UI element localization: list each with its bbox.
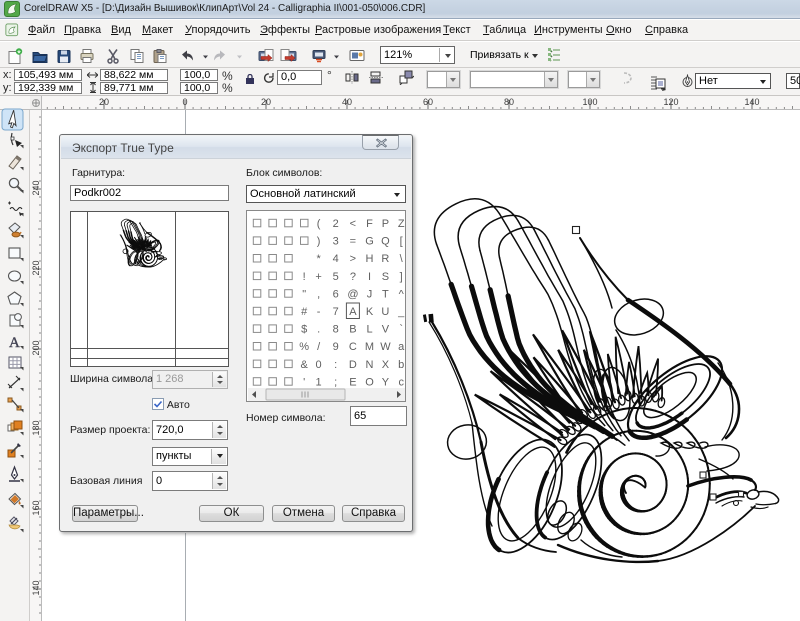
svg-text:Y: Y	[382, 376, 390, 388]
svg-text:-: -	[317, 306, 321, 318]
svg-text:@: @	[347, 288, 358, 300]
svg-text:X: X	[382, 359, 390, 371]
svg-text:a: a	[398, 341, 405, 353]
svg-text:,: ,	[317, 288, 320, 300]
svg-text:!: !	[303, 271, 306, 283]
svg-text:R: R	[381, 253, 389, 265]
svg-text:180: 180	[31, 420, 41, 435]
svg-text:3: 3	[333, 236, 339, 248]
svg-text:7: 7	[333, 306, 339, 318]
svg-text:>: >	[350, 253, 356, 265]
svg-text:120: 120	[663, 97, 678, 107]
svg-text:220: 220	[31, 260, 41, 275]
svg-text:[: [	[400, 236, 403, 248]
svg-text:T: T	[382, 288, 389, 300]
svg-text:O: O	[365, 376, 374, 388]
svg-text:J: J	[367, 288, 373, 300]
svg-text:N: N	[366, 359, 374, 371]
svg-text:L: L	[366, 324, 372, 336]
svg-text:b: b	[398, 359, 404, 371]
svg-text:^: ^	[399, 288, 405, 300]
svg-text:I: I	[368, 271, 371, 283]
svg-text:*: *	[316, 253, 321, 265]
svg-text:D: D	[349, 359, 357, 371]
svg-text:K: K	[366, 306, 374, 318]
svg-text:B: B	[349, 324, 356, 336]
svg-text:40: 40	[342, 97, 352, 107]
svg-text:240: 240	[31, 180, 41, 195]
svg-text:8: 8	[333, 324, 339, 336]
svg-text:60: 60	[423, 97, 433, 107]
svg-text:H: H	[366, 253, 374, 265]
svg-text:]: ]	[400, 271, 403, 283]
svg-text:A: A	[349, 306, 357, 318]
svg-text:(: (	[317, 218, 321, 230]
svg-text:<: <	[350, 218, 356, 230]
svg-text:V: V	[382, 324, 390, 336]
svg-text:4: 4	[333, 253, 339, 265]
svg-text:": "	[302, 288, 306, 300]
svg-text:/: /	[317, 341, 321, 353]
svg-text:P: P	[382, 218, 389, 230]
svg-text:U: U	[381, 306, 389, 318]
svg-text:&: &	[301, 359, 309, 371]
svg-text:_: _	[397, 306, 405, 318]
svg-text:C: C	[349, 341, 357, 353]
svg-text:140: 140	[31, 580, 41, 595]
svg-text:E: E	[349, 376, 356, 388]
svg-text:0: 0	[182, 97, 187, 107]
svg-text:0: 0	[316, 359, 322, 371]
svg-text:F: F	[366, 218, 373, 230]
svg-text:100: 100	[582, 97, 597, 107]
svg-text:W: W	[380, 341, 391, 353]
svg-text:9: 9	[333, 341, 339, 353]
svg-text:.: .	[317, 324, 320, 336]
svg-text:160: 160	[31, 500, 41, 515]
svg-text:+: +	[315, 271, 321, 283]
svg-text:200: 200	[31, 340, 41, 355]
svg-text::: :	[334, 359, 337, 371]
svg-text:Z: Z	[398, 218, 405, 230]
svg-text:2: 2	[333, 218, 339, 230]
svg-text:%: %	[299, 341, 309, 353]
svg-text:80: 80	[504, 97, 514, 107]
svg-text:S: S	[382, 271, 389, 283]
svg-text:c: c	[398, 376, 404, 388]
svg-text:20: 20	[99, 97, 109, 107]
svg-text:`: `	[399, 324, 403, 336]
svg-text:6: 6	[333, 288, 339, 300]
svg-text:5: 5	[333, 271, 339, 283]
svg-text:G: G	[365, 236, 374, 248]
svg-text:20: 20	[261, 97, 271, 107]
svg-text:Q: Q	[381, 236, 390, 248]
svg-text:#: #	[301, 306, 308, 318]
svg-text:): )	[317, 236, 321, 248]
svg-text:=: =	[350, 236, 356, 248]
svg-text:?: ?	[350, 271, 356, 283]
svg-text:;: ;	[334, 376, 337, 388]
svg-text:$: $	[301, 324, 307, 336]
svg-text:140: 140	[744, 97, 759, 107]
svg-text:': '	[303, 376, 305, 388]
svg-text:\: \	[400, 253, 404, 265]
svg-text:A: A	[9, 335, 20, 351]
svg-text:M: M	[365, 341, 374, 353]
svg-text:1: 1	[316, 376, 322, 388]
